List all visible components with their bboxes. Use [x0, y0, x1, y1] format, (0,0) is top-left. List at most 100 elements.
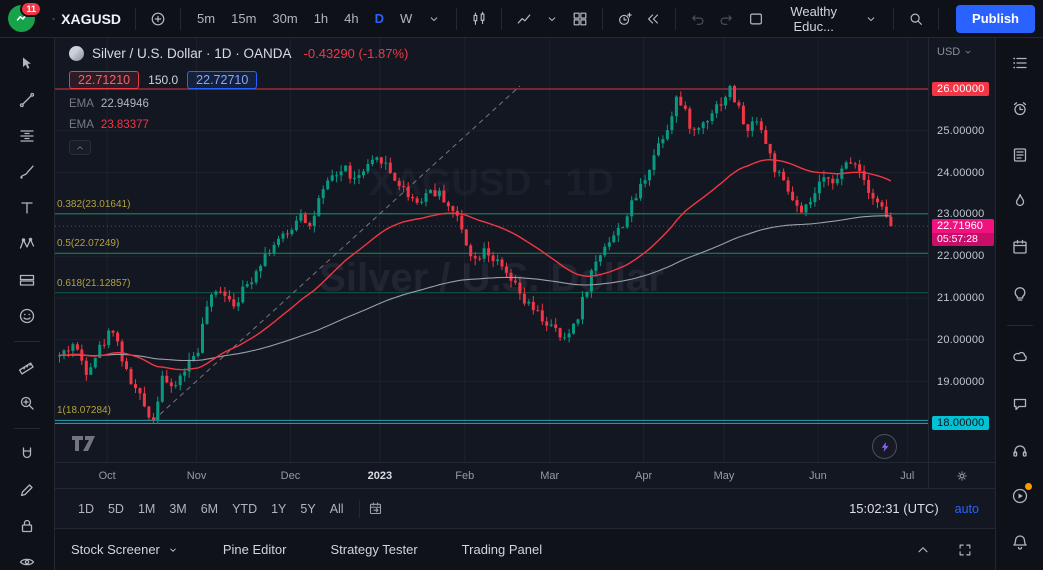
tool-trendline[interactable] [10, 84, 44, 116]
interval-30m[interactable]: 30m [265, 6, 304, 32]
text-icon [21, 202, 33, 214]
interval-5m[interactable]: 5m [190, 6, 222, 32]
panel-calendar[interactable] [1003, 228, 1037, 266]
tradingview-logo[interactable] [69, 435, 99, 452]
boost-button[interactable] [872, 434, 897, 459]
compare-add-symbol-button[interactable] [145, 5, 171, 33]
panel-watchlist[interactable] [1003, 44, 1037, 82]
tab-pine-editor[interactable]: Pine Editor [223, 542, 287, 557]
tool-emoji[interactable] [10, 300, 44, 332]
interval-15m[interactable]: 15m [224, 6, 263, 32]
tool-edit[interactable] [10, 474, 44, 506]
tool-ruler[interactable] [10, 351, 44, 383]
instrument-title[interactable]: Silver / U.S. Dollar · 1D · OANDA [92, 46, 292, 61]
tool-xabcd-pattern[interactable] [10, 228, 44, 260]
panel-hotlists[interactable] [1003, 182, 1037, 220]
tool-brush[interactable] [10, 156, 44, 188]
range-bar: 1D 5D 1M 3M 6M YTD 1Y 5Y All 15:02:31 (UTC) auto [55, 488, 995, 528]
interval-4h[interactable]: 4h [337, 6, 365, 32]
indicator-row[interactable]: EMA 22.94946 [69, 98, 408, 110]
tool-fib-retracement[interactable] [10, 120, 44, 152]
interval-D[interactable]: D [368, 6, 391, 32]
quick-search-button[interactable] [903, 5, 929, 33]
panel-tutorials[interactable] [1003, 477, 1037, 515]
panel-alerts[interactable] [1003, 90, 1037, 128]
layout-menu-caret[interactable] [858, 5, 884, 33]
indicator-row[interactable]: EMA 23.83377 [69, 119, 408, 131]
range-1m[interactable]: 1M [131, 499, 162, 519]
redo-button[interactable] [713, 5, 739, 33]
tool-eye[interactable] [10, 546, 44, 570]
tool-lock[interactable] [10, 510, 44, 542]
tab-label: Stock Screener [71, 542, 160, 557]
publish-button[interactable]: Publish [956, 4, 1035, 33]
multichart-layout-button[interactable] [567, 5, 593, 33]
chart-style-button[interactable] [466, 5, 492, 33]
create-alert-button[interactable] [612, 5, 638, 33]
chats-icon [1012, 351, 1027, 362]
chart-area[interactable]: XAGUSD · 1D Silver / U.S. Dollar Silver … [55, 38, 995, 462]
last-price-label: 22.71960 05:57:28 [932, 219, 994, 247]
maximize-panel-button[interactable] [951, 536, 979, 564]
layout-name-button[interactable]: Wealthy Educ... [771, 4, 856, 34]
legend-collapse-button[interactable] [69, 140, 91, 155]
tab-trading-panel[interactable]: Trading Panel [462, 542, 542, 557]
tab-stock-screener[interactable]: Stock Screener [71, 542, 179, 557]
save-layout-button[interactable] [743, 5, 769, 33]
range-all[interactable]: All [323, 499, 351, 519]
toolbar-separator [180, 7, 182, 30]
caret-icon [867, 16, 875, 21]
eye-icon [19, 558, 35, 566]
panel-streams[interactable] [1003, 431, 1037, 469]
tool-text[interactable] [10, 192, 44, 224]
tool-cursor[interactable] [10, 48, 44, 80]
interval-menu-caret[interactable] [421, 5, 447, 33]
price-tick: 24.00000 [937, 166, 985, 179]
range-5y[interactable]: 5Y [293, 499, 322, 519]
tab-strategy-tester[interactable]: Strategy Tester [330, 542, 417, 557]
gear-icon [957, 470, 967, 481]
price-axis[interactable]: USD 26.00000 25.00000 24.00000 23.00000 22.00… [928, 38, 995, 462]
time-axis-settings-button[interactable] [928, 463, 995, 488]
range-5d[interactable]: 5D [101, 499, 131, 519]
go-to-date-button[interactable] [368, 501, 383, 516]
range-1d[interactable]: 1D [71, 499, 101, 519]
chevron-up-icon [77, 145, 83, 149]
top-toolbar: 11 XAGUSD 5m 15m 30m 1h 4h D W Wealthy Educ... Pub… [0, 0, 1043, 38]
right-sidebar [995, 38, 1043, 570]
tool-zoom[interactable] [10, 387, 44, 419]
app-logo[interactable]: 11 [8, 1, 42, 32]
panel-buttons [909, 536, 979, 564]
range-1y[interactable]: 1Y [264, 499, 293, 519]
time-axis[interactable]: Oct Nov Dec 2023 Feb Mar Apr May Jun Jul [55, 462, 995, 488]
range-3m[interactable]: 3M [162, 499, 193, 519]
caret-icon [170, 548, 176, 552]
tool-long-position[interactable] [10, 264, 44, 296]
tool-magnet[interactable] [10, 438, 44, 470]
ask-price[interactable]: 22.72710 [187, 71, 258, 89]
panel-ideas[interactable] [1003, 274, 1037, 312]
bid-price[interactable]: 22.71210 [69, 71, 140, 89]
interval-W[interactable]: W [393, 6, 419, 32]
clock-display[interactable]: 15:02:31 (UTC) [849, 501, 939, 516]
panel-notifications[interactable] [1003, 523, 1037, 561]
toolbar-separator [135, 7, 137, 30]
range-ytd[interactable]: YTD [225, 499, 264, 519]
panel-chats[interactable] [1003, 339, 1037, 377]
symbol-search-button[interactable]: XAGUSD [47, 5, 126, 33]
indicators-button[interactable] [511, 5, 537, 33]
panel-news[interactable] [1003, 136, 1037, 174]
currency-selector[interactable]: USD [937, 46, 973, 58]
price-tick: 22.00000 [937, 250, 985, 263]
collapse-panel-button[interactable] [909, 536, 937, 564]
calendar-go-icon [369, 502, 381, 515]
indicators-caret[interactable] [539, 5, 565, 33]
interval-1h[interactable]: 1h [307, 6, 335, 32]
range-6m[interactable]: 6M [194, 499, 225, 519]
bar-replay-button[interactable] [640, 5, 666, 33]
undo-button[interactable] [685, 5, 711, 33]
time-tick: Jul [900, 469, 915, 482]
auto-scale-button[interactable]: auto [955, 502, 979, 516]
replay-icon [648, 13, 659, 24]
panel-comments[interactable] [1003, 385, 1037, 423]
